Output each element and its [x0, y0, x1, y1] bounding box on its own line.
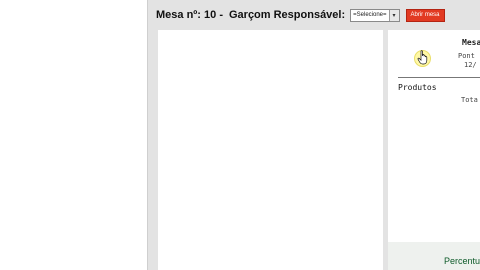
left-blank-area — [0, 0, 147, 270]
order-produtos-label: Produtos — [398, 83, 437, 92]
garcom-label: Garçom Responsável: — [228, 9, 346, 21]
footer-strip: Percentu — [388, 242, 480, 270]
order-mesa-heading: Mesa — [462, 38, 480, 47]
hand-pointer-icon — [417, 50, 428, 65]
order-time-text: 12/ — [464, 61, 477, 69]
chevron-down-icon[interactable]: ▾ — [388, 9, 399, 21]
order-panel: Mesa Pont 12/ Produtos Tota — [388, 30, 480, 242]
mesa-title: Mesa nº: 10 - — [156, 9, 223, 21]
products-panel — [158, 30, 383, 270]
order-pont-text: Pont — [458, 52, 475, 60]
order-total-label: Tota — [461, 96, 478, 104]
garcom-select[interactable]: =Selecione= ▾ — [350, 8, 400, 22]
garcom-select-value: =Selecione= — [353, 11, 387, 18]
app-frame: Mesa nº: 10 - Garçom Responsável: =Selec… — [147, 0, 480, 270]
header-bar: Mesa nº: 10 - Garçom Responsável: =Selec… — [156, 6, 480, 24]
abrir-mesa-button[interactable]: Abrir mesa — [405, 8, 445, 22]
order-divider — [398, 77, 480, 78]
percent-label: Percentu — [444, 256, 480, 266]
